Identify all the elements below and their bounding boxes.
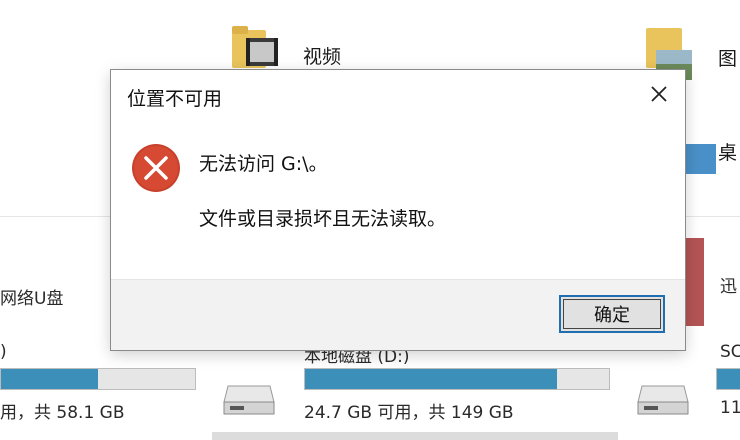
section-divider-right [686,216,740,217]
left-drive-label[interactable]: ) [0,342,7,362]
desktop-folder-icon[interactable] [686,144,716,174]
right-drive-usage-fill [717,369,740,389]
close-icon [651,86,667,102]
local-disk-usage-bar [304,368,610,390]
ok-button[interactable]: 确定 [559,295,665,333]
hard-drive-icon-right[interactable] [636,376,689,415]
error-detail: 文件或目录损坏且无法读取。 [199,208,447,230]
network-drive-label[interactable]: 网络U盘 [0,284,63,309]
error-icon [131,143,181,193]
left-drive-free-space: 用，共 58.1 GB [0,403,125,423]
close-button[interactable] [643,78,675,110]
right-drive-usage-bar [716,368,740,390]
horizontal-scrollbar[interactable] [212,432,618,440]
right-drive-label[interactable]: SC [720,342,740,362]
videos-folder-icon[interactable] [232,24,278,68]
section-divider [0,216,110,217]
left-drive-usage-fill [1,369,98,389]
local-disk-usage-fill [305,369,558,389]
desktop-label[interactable]: 桌 [718,138,737,165]
right-drive-free-space: 11 [720,398,740,418]
dialog-footer: 确定 [111,279,685,350]
pictures-label[interactable]: 图 [718,44,737,71]
videos-label[interactable]: 视频 [303,42,341,69]
thunder-item-icon[interactable] [684,238,704,326]
hard-drive-icon[interactable] [222,376,275,415]
left-drive-usage-bar [0,368,196,390]
local-disk-free-space: 24.7 GB 可用，共 149 GB [304,403,514,423]
dialog-title: 位置不可用 [127,88,223,110]
pictures-folder-icon[interactable] [646,24,692,80]
location-unavailable-dialog: 位置不可用 无法访问 G:\。 文件或目录损坏且无法读取。 确定 [110,69,686,351]
thunder-item-label[interactable]: 迅 [720,272,737,297]
error-message: 无法访问 G:\。 [199,153,328,175]
file-explorer-background: 视频 图 桌 网络U盘 ) 用，共 58.1 GB 本地磁盘 (D:) 24.7… [0,0,740,440]
ok-button-label: 确定 [594,305,630,326]
